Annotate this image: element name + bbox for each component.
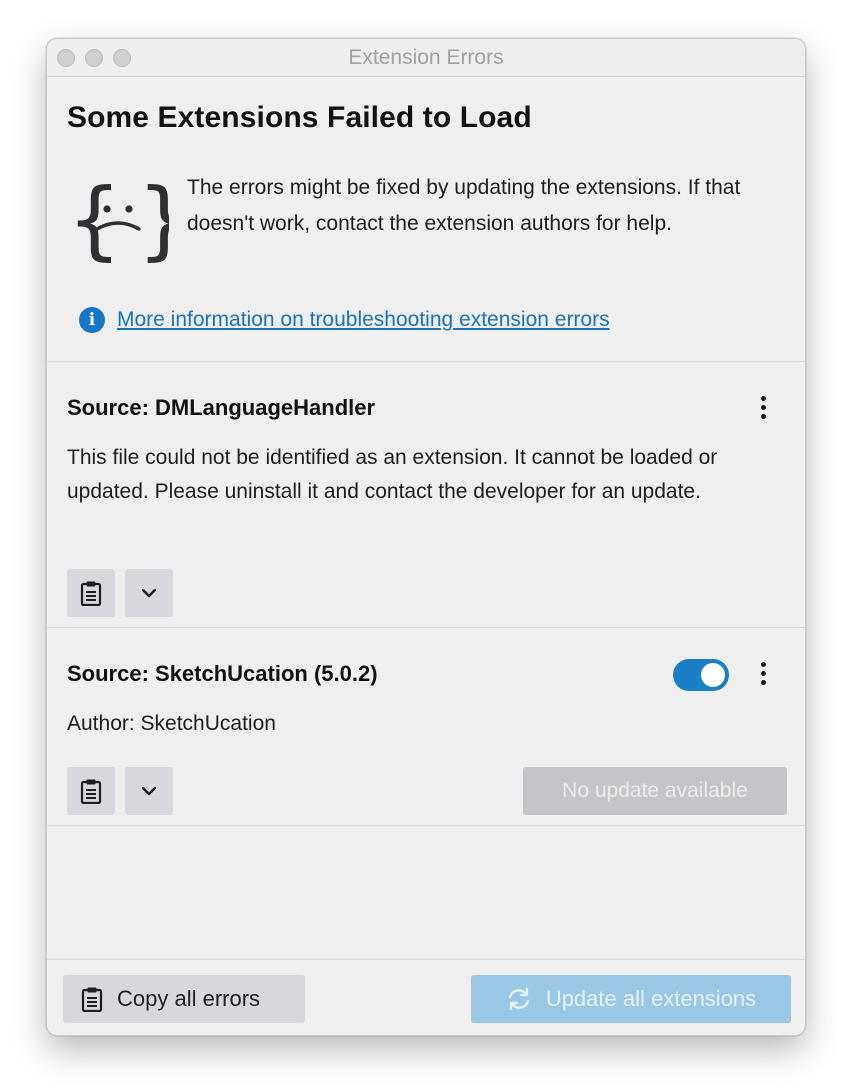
update-all-extensions-button: Update all extensions — [471, 975, 791, 1023]
extension-author: Author: SketchUcation — [67, 712, 276, 735]
extension-enabled-toggle[interactable] — [673, 659, 729, 691]
intro-text: The errors might be fixed by updating th… — [187, 176, 741, 235]
divider — [47, 361, 805, 362]
divider — [47, 627, 805, 628]
copy-error-button[interactable] — [67, 569, 115, 617]
info-row: i More information on troubleshooting ex… — [79, 307, 610, 333]
copy-error-button[interactable] — [67, 767, 115, 815]
extension-source-title: Source: DMLanguageHandler — [67, 395, 376, 420]
toggle-knob — [701, 663, 725, 687]
no-update-button: No update available — [523, 767, 787, 815]
extension-errors-window: Extension Errors Some Extensions Failed … — [46, 38, 806, 1036]
troubleshooting-link[interactable]: More information on troubleshooting exte… — [117, 308, 610, 332]
copy-all-label: Copy all errors — [117, 986, 261, 1011]
window-title: Extension Errors — [348, 46, 504, 69]
chevron-down-icon — [141, 786, 157, 796]
refresh-icon — [508, 988, 530, 1010]
expand-details-button[interactable] — [125, 569, 173, 617]
left-brace: { — [67, 173, 122, 263]
expand-details-button[interactable] — [125, 767, 173, 815]
right-brace: } — [137, 173, 169, 263]
title-bar: Extension Errors — [47, 39, 805, 77]
extension-source-title: Source: SketchUcation (5.0.2) — [67, 661, 378, 686]
update-all-label: Update all extensions — [545, 986, 757, 1011]
clipboard-icon — [81, 987, 103, 1012]
page-title: Some Extensions Failed to Load — [67, 101, 532, 134]
more-options-icon[interactable] — [753, 392, 773, 422]
chevron-down-icon — [141, 588, 157, 598]
info-icon: i — [79, 307, 105, 333]
extension-error-message: This file could not be identified as an … — [67, 446, 718, 503]
footer-divider — [47, 959, 805, 960]
clipboard-icon — [80, 779, 102, 804]
divider — [47, 825, 805, 826]
clipboard-icon — [80, 581, 102, 606]
more-options-icon[interactable] — [753, 658, 773, 688]
sad-braces-icon: { } — [67, 173, 169, 263]
copy-all-errors-button[interactable]: Copy all errors — [63, 975, 305, 1023]
